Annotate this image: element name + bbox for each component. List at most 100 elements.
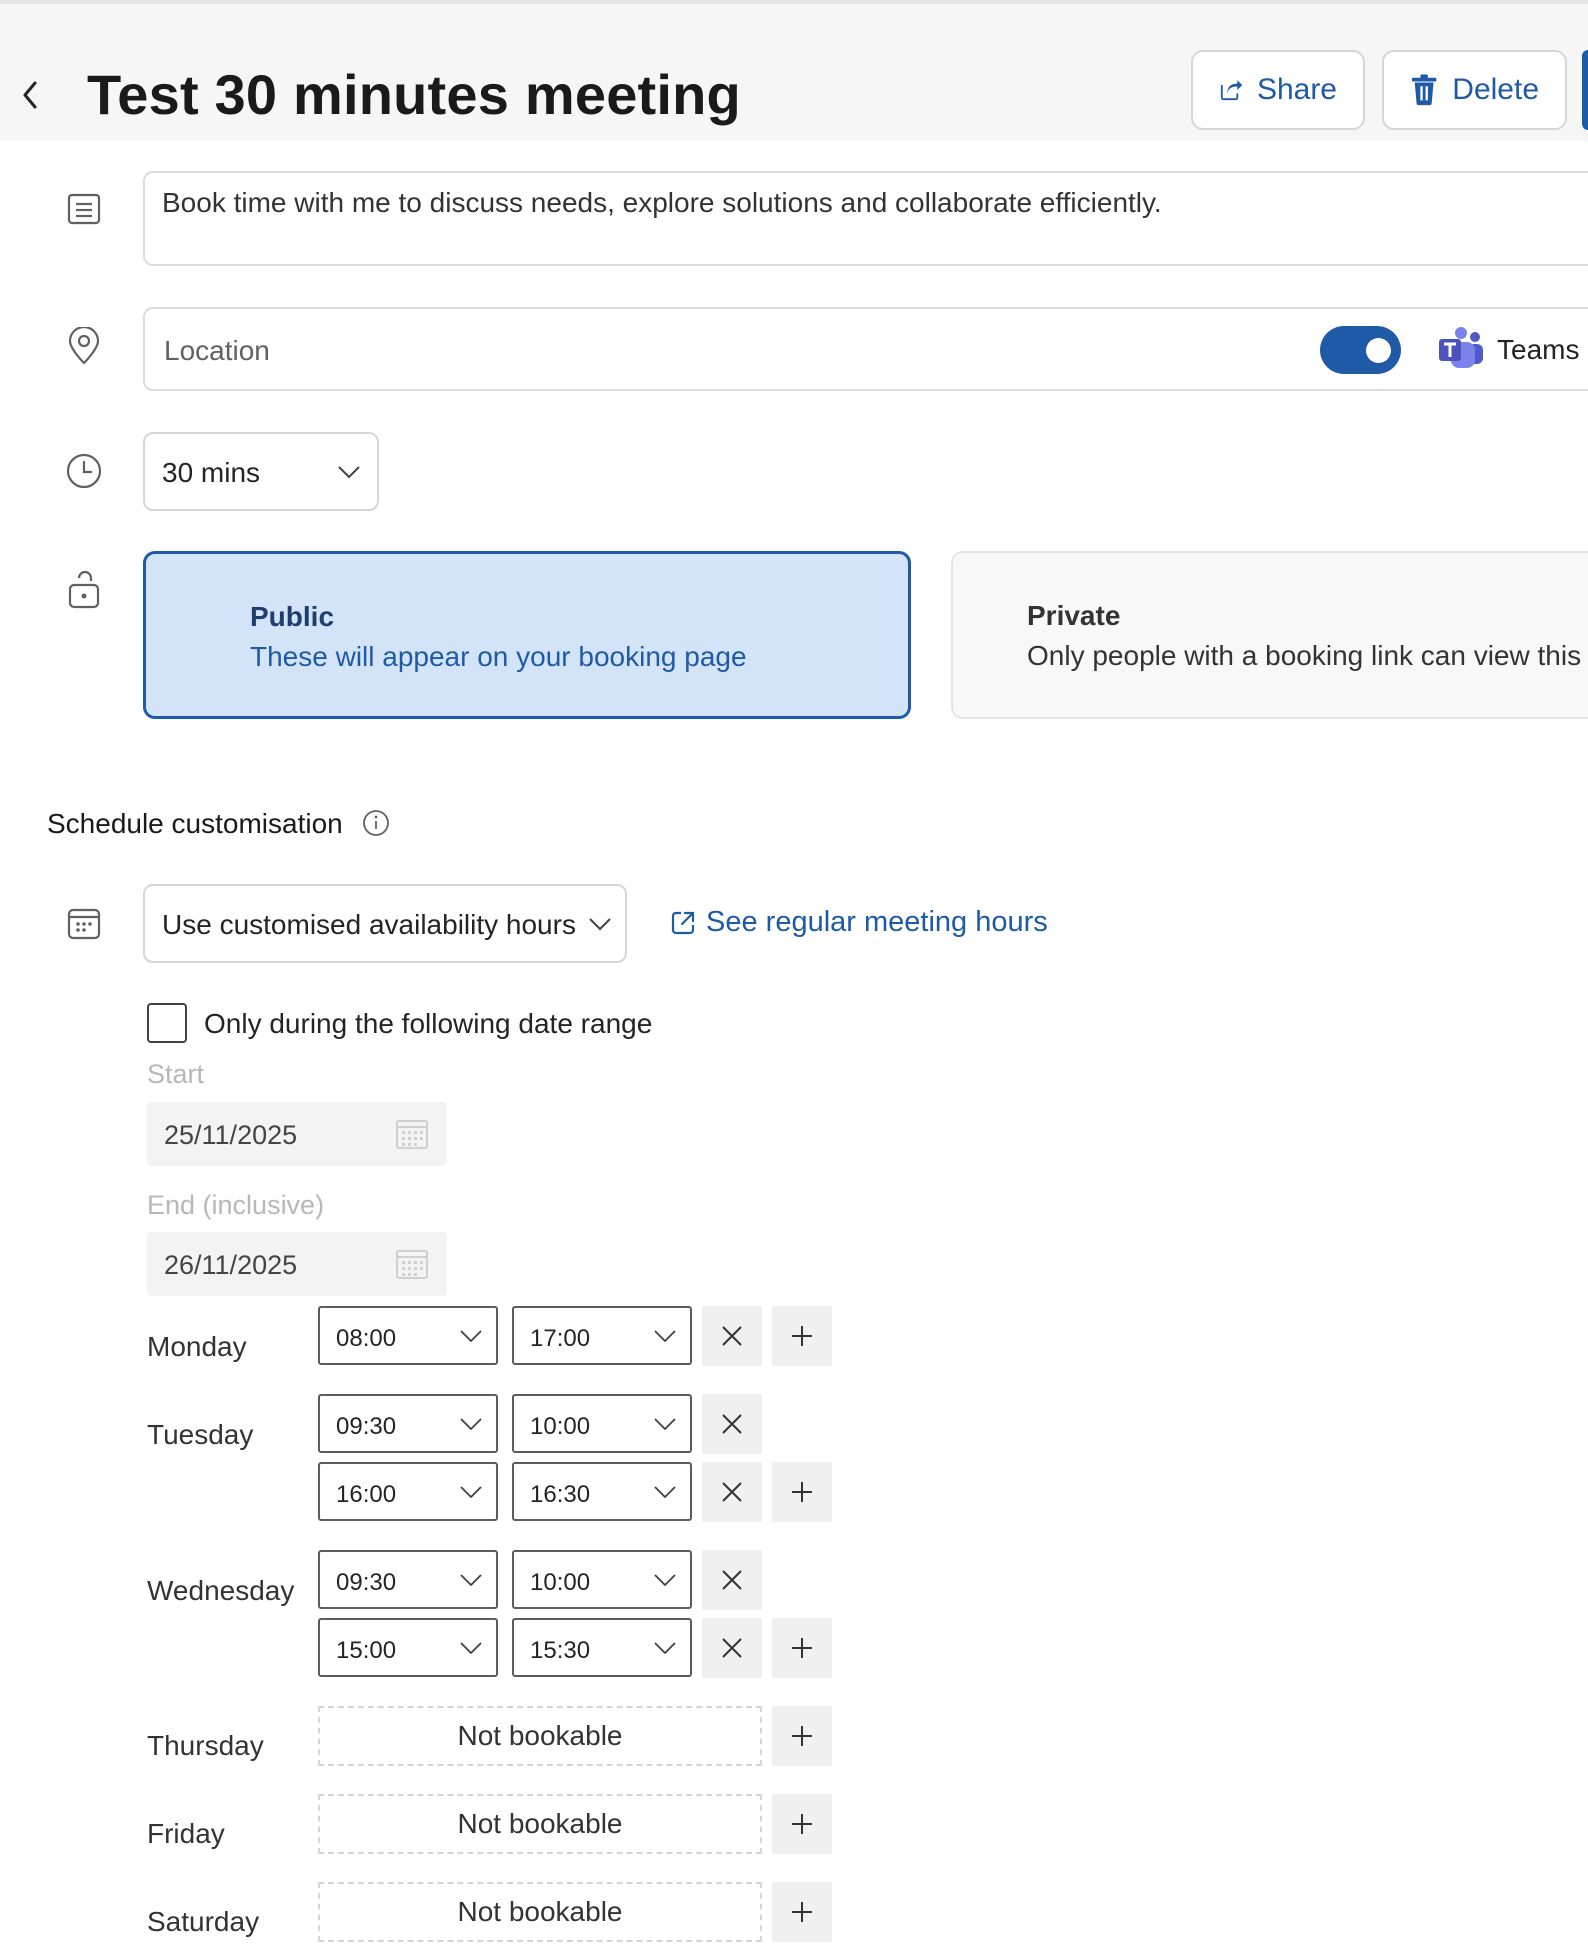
close-icon [722,1570,742,1590]
day-label-thursday: Thursday [147,1730,264,1761]
end-time-dropdown[interactable]: 15:30 [512,1618,692,1677]
add-icon [792,1638,812,1658]
teams-icon [1435,325,1485,373]
add-slot-button[interactable] [772,1706,832,1766]
end-time-dropdown[interactable]: 10:00 [512,1550,692,1609]
date-picker-icon [396,1250,428,1279]
end-time-value: 10:00 [530,1569,591,1596]
save-button-edge[interactable] [1582,50,1588,130]
location-pin-icon [66,327,102,365]
close-icon [722,1326,742,1346]
add-icon [792,1902,812,1922]
end-time-dropdown[interactable]: 10:00 [512,1394,692,1453]
share-button[interactable]: Share [1191,50,1365,130]
page-title: Test 30 minutes meeting [87,63,741,126]
date-range-label: Only during the following date range [204,1008,653,1039]
calendar-icon [66,906,102,942]
chevron-down-icon [654,1418,676,1430]
delete-button[interactable]: Delete [1382,50,1567,130]
remove-slot-button[interactable] [702,1394,762,1454]
duration-dropdown[interactable]: 30 mins [143,432,379,511]
online-meeting-toggle[interactable] [1320,326,1401,374]
start-time-dropdown[interactable]: 16:00 [318,1462,498,1521]
chevron-down-icon [460,1418,482,1430]
start-time-value: 09:30 [336,1569,397,1596]
date-range-checkbox[interactable] [147,1003,187,1043]
date-picker-icon [396,1120,428,1149]
add-slot-button[interactable] [772,1794,832,1854]
not-bookable-slot: Not bookable [318,1706,762,1766]
see-regular-hours-label: See regular meeting hours [706,906,1048,938]
description-text: Book time with me to discuss needs, expl… [162,187,1162,218]
visibility-public-option[interactable]: Public These will appear on your booking… [143,551,911,719]
private-title: Private [1027,600,1121,631]
location-field[interactable]: Location Teams r [143,307,1588,391]
description-field[interactable]: Book time with me to discuss needs, expl… [143,171,1588,266]
add-slot-button[interactable] [772,1882,832,1942]
notes-icon [66,191,102,227]
start-time-dropdown[interactable]: 09:30 [318,1550,498,1609]
public-description: These will appear on your booking page [250,641,747,672]
visibility-private-option[interactable]: Private Only people with a booking link … [951,551,1588,719]
end-time-value: 16:30 [530,1481,591,1508]
end-time-dropdown[interactable]: 17:00 [512,1306,692,1365]
add-slot-button[interactable] [772,1462,832,1522]
start-date-value: 25/11/2025 [164,1120,298,1150]
day-label-tuesday: Tuesday [147,1419,254,1450]
remove-slot-button[interactable] [702,1550,762,1610]
day-label-saturday: Saturday [147,1906,260,1937]
remove-slot-button[interactable] [702,1462,762,1522]
start-time-value: 15:00 [336,1637,397,1664]
unlock-icon [66,570,102,609]
add-icon [792,1726,812,1746]
not-bookable-label: Not bookable [457,1896,623,1927]
start-time-dropdown[interactable]: 09:30 [318,1394,498,1453]
add-slot-button[interactable] [772,1306,832,1366]
add-icon [792,1814,812,1834]
end-time-dropdown[interactable]: 16:30 [512,1462,692,1521]
remove-slot-button[interactable] [702,1618,762,1678]
public-title: Public [250,601,335,632]
chevron-down-icon [654,1574,676,1586]
end-time-value: 15:30 [530,1637,591,1664]
add-icon [792,1482,812,1502]
see-regular-hours-link[interactable]: See regular meeting hours [670,906,1048,939]
chevron-down-icon [589,918,611,931]
remove-slot-button[interactable] [702,1306,762,1366]
close-icon [722,1482,742,1502]
end-date-field[interactable]: 26/11/2025 [147,1232,447,1296]
info-icon[interactable] [362,809,390,837]
delete-label: Delete [1452,73,1539,106]
end-time-value: 17:00 [530,1325,591,1352]
end-date-value: 26/11/2025 [164,1250,298,1280]
start-time-value: 16:00 [336,1481,397,1508]
availability-dropdown[interactable]: Use customised availability hours [143,884,627,963]
start-label: Start [147,1059,205,1089]
chevron-down-icon [460,1574,482,1586]
chevron-down-icon [460,1486,482,1498]
end-label: End (inclusive) [147,1190,325,1220]
not-bookable-slot: Not bookable [318,1882,762,1942]
start-time-dropdown[interactable]: 15:00 [318,1618,498,1677]
location-placeholder: Location [164,335,270,366]
close-icon [722,1414,742,1434]
add-slot-button[interactable] [772,1618,832,1678]
back-button[interactable] [18,78,42,112]
chevron-left-icon [23,81,37,109]
chevron-down-icon [338,466,360,479]
chevron-down-icon [654,1486,676,1498]
start-date-field[interactable]: 25/11/2025 [147,1102,447,1166]
duration-value: 30 mins [162,457,261,488]
toggle-knob [1366,338,1391,363]
chevron-down-icon [654,1330,676,1342]
end-time-value: 10:00 [530,1413,591,1440]
not-bookable-slot: Not bookable [318,1794,762,1854]
open-external-icon [671,911,695,934]
start-time-dropdown[interactable]: 08:00 [318,1306,498,1365]
private-description: Only people with a booking link can view… [1027,640,1582,671]
page-header: Test 30 minutes meeting Share Delete [0,4,1588,141]
share-label: Share [1256,73,1337,106]
close-icon [722,1638,742,1658]
teams-meeting-label: Teams r [1497,334,1588,365]
clock-icon [66,453,102,489]
